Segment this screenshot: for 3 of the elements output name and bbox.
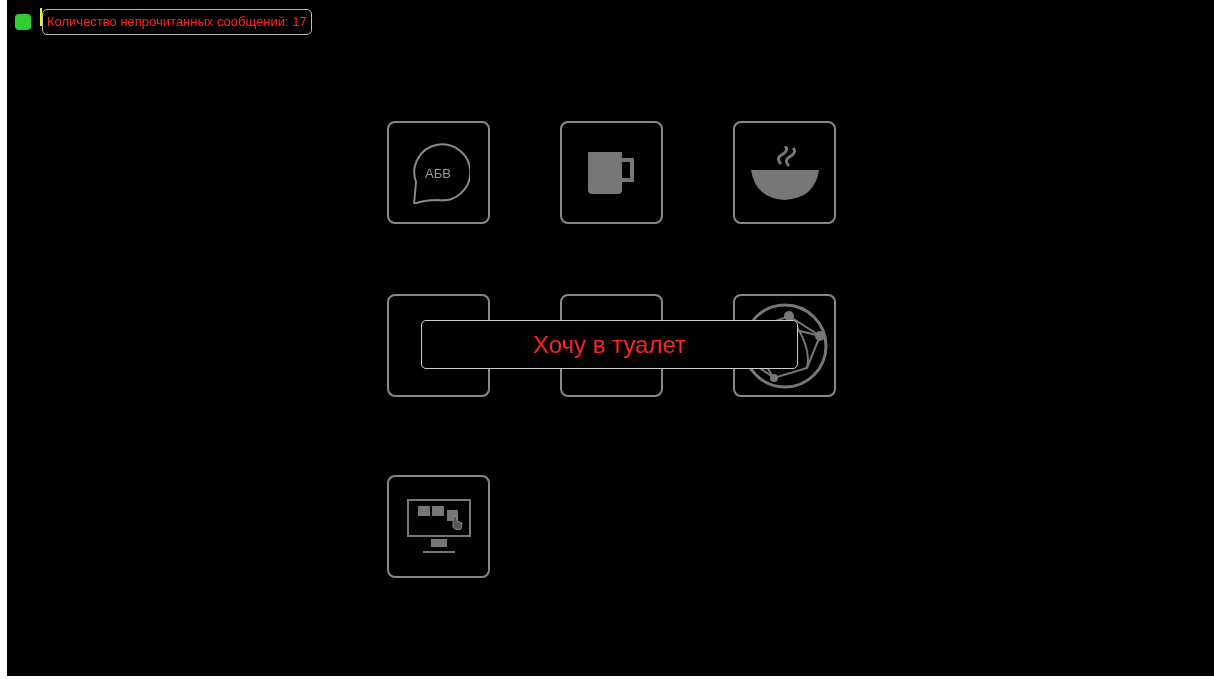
message-toast: Хочу в туалет — [421, 320, 798, 369]
speech-text: АБВ — [425, 166, 451, 181]
unread-count-label: Количество непрочитанных сообщений: 17 — [42, 9, 312, 35]
